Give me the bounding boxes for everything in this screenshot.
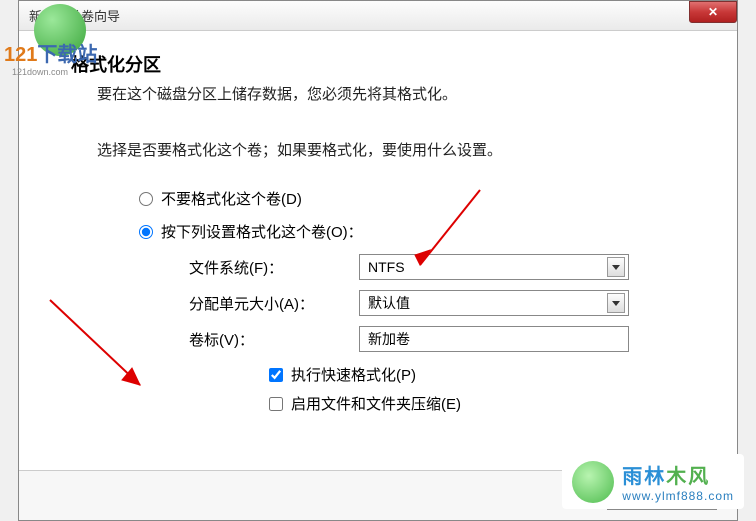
checkbox-quick-format-label: 执行快速格式化(P) — [291, 364, 416, 385]
section-desc: 要在这个磁盘分区上储存数据，您必须先将其格式化。 — [97, 83, 707, 104]
volume-label-input[interactable] — [359, 326, 629, 352]
filesystem-label: 文件系统(F)： — [189, 257, 359, 278]
alloc-row: 分配单元大小(A)： 默认值 — [189, 290, 707, 316]
alloc-label: 分配单元大小(A)： — [189, 293, 359, 314]
titlebar: 新建简单卷向导 ✕ — [19, 1, 737, 31]
close-icon: ✕ — [708, 5, 718, 19]
watermark-part1: 雨林 — [622, 466, 666, 488]
filesystem-combobox[interactable]: NTFS — [359, 254, 629, 280]
watermark-url: 121down.com — [12, 67, 68, 77]
radio-format-with-input[interactable] — [139, 225, 153, 239]
annotation-arrow-icon — [410, 180, 490, 280]
filesystem-value: NTFS — [368, 259, 405, 275]
wizard-window: 新建简单卷向导 ✕ 格式化分区 要在这个磁盘分区上储存数据，您必须先将其格式化。… — [18, 0, 738, 521]
checkbox-compression-input[interactable] — [269, 397, 283, 411]
volume-label-label: 卷标(V)： — [189, 329, 359, 350]
chevron-down-icon — [607, 257, 625, 277]
alloc-combobox[interactable]: 默认值 — [359, 290, 629, 316]
radio-no-format-input[interactable] — [139, 192, 153, 206]
checkbox-group: 执行快速格式化(P) 启用文件和文件夹压缩(E) — [269, 364, 707, 414]
watermark-text-wrap: 雨林木风 www.ylmf888.com — [622, 460, 734, 503]
checkbox-compression[interactable]: 启用文件和文件夹压缩(E) — [269, 393, 707, 414]
watermark-main: 雨林木风 — [622, 460, 734, 489]
volume-label-row: 卷标(V)： — [189, 326, 707, 352]
watermark-num: 121 — [4, 44, 37, 66]
radio-no-format-label: 不要格式化这个卷(D) — [161, 188, 302, 209]
watermark-url: www.ylmf888.com — [622, 489, 734, 503]
checkbox-compression-label: 启用文件和文件夹压缩(E) — [291, 393, 461, 414]
watermark-text: 121下载站 — [4, 38, 97, 67]
chevron-down-icon — [607, 293, 625, 313]
watermark-label: 下载站 — [37, 44, 97, 66]
radio-format-with-label: 按下列设置格式化这个卷(O)： — [161, 221, 363, 242]
alloc-value: 默认值 — [368, 293, 410, 313]
close-button[interactable]: ✕ — [689, 1, 737, 23]
instruction-text: 选择是否要格式化这个卷；如果要格式化，要使用什么设置。 — [97, 139, 707, 160]
watermark-ylmf: 雨林木风 www.ylmf888.com — [562, 454, 744, 509]
checkbox-quick-format[interactable]: 执行快速格式化(P) — [269, 364, 707, 385]
leaf-icon — [572, 461, 614, 503]
annotation-arrow-icon — [40, 290, 160, 400]
checkbox-quick-format-input[interactable] — [269, 368, 283, 382]
watermark-part2: 木风 — [666, 466, 710, 488]
watermark-121down: 121下载站 121down.com — [4, 4, 97, 77]
section-title: 格式化分区 — [71, 51, 707, 77]
